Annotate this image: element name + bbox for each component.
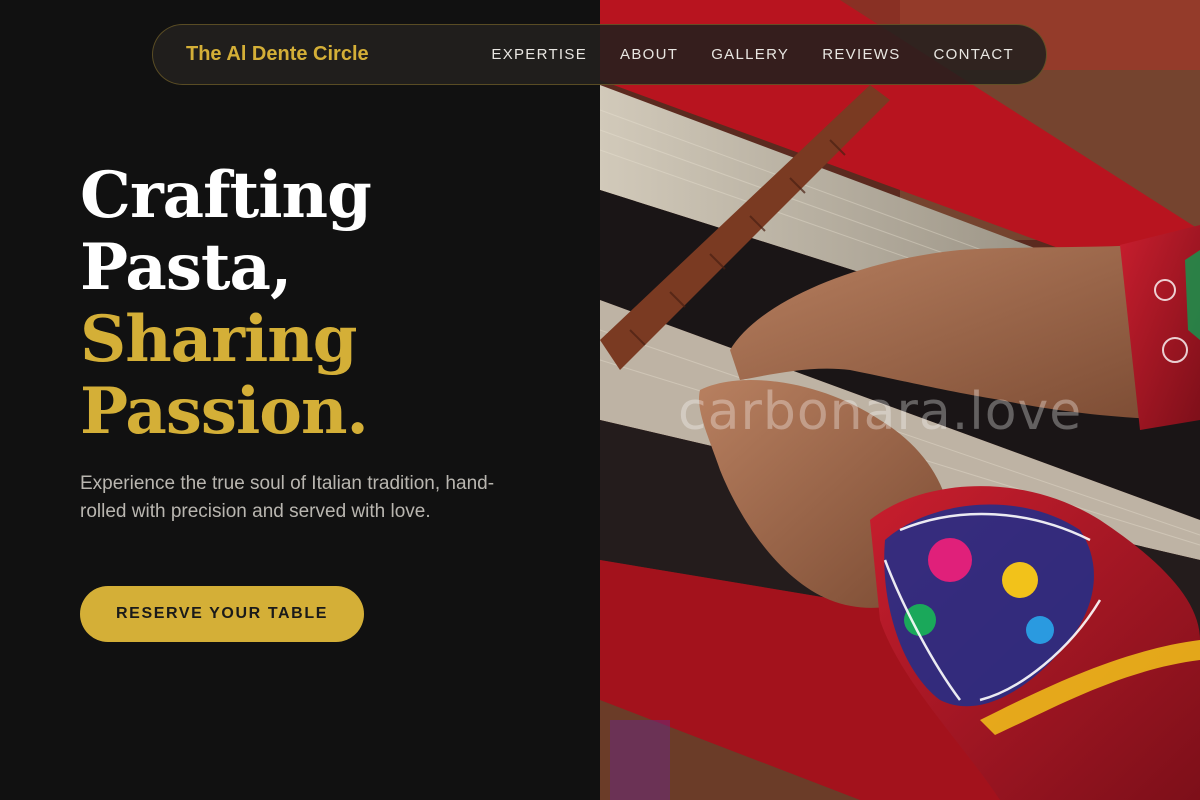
- hero-title-line-2: Pasta,: [80, 230, 292, 305]
- reserve-table-button[interactable]: RESERVE YOUR TABLE: [80, 586, 364, 642]
- nav-link-expertise[interactable]: EXPERTISE: [491, 46, 587, 63]
- brand-logo[interactable]: The Al Dente Circle: [186, 43, 369, 66]
- hero-title-line-1: Crafting: [80, 158, 372, 233]
- nav-link-reviews[interactable]: REVIEWS: [822, 46, 900, 63]
- nav-link-contact[interactable]: CONTACT: [934, 46, 1014, 63]
- hero-title-line-3: Sharing: [80, 302, 358, 377]
- hero-subtitle: Experience the true soul of Italian trad…: [80, 473, 495, 522]
- nav-links: EXPERTISE ABOUT GALLERY REVIEWS CONTACT: [491, 46, 1014, 63]
- watermark-text: carbonara.love: [678, 382, 1083, 442]
- navbar: The Al Dente Circle EXPERTISE ABOUT GALL…: [152, 24, 1047, 85]
- hero-title-line-4: Passion.: [80, 374, 369, 449]
- nav-link-gallery[interactable]: GALLERY: [711, 46, 789, 63]
- nav-link-about[interactable]: ABOUT: [620, 46, 678, 63]
- hero-title: Crafting Pasta, Sharing Passion.: [80, 158, 372, 449]
- page: carbonara.love The Al Dente Circle EXPER…: [0, 0, 1200, 800]
